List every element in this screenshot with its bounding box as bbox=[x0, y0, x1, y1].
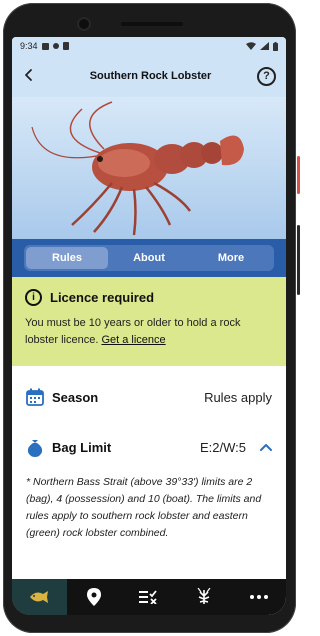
app-header: Southern Rock Lobster ? bbox=[12, 55, 286, 97]
help-circle-icon[interactable]: ? bbox=[257, 66, 276, 86]
nav-location[interactable] bbox=[67, 579, 122, 615]
location-pin-icon bbox=[87, 588, 102, 606]
nav-lobster[interactable] bbox=[176, 579, 231, 615]
bag-limit-detail: * Northern Bass Strait (above 39°33') li… bbox=[26, 476, 262, 539]
tab-about[interactable]: About bbox=[108, 247, 190, 269]
battery-icon bbox=[273, 41, 278, 51]
sd-card-icon bbox=[62, 42, 69, 50]
back-arrow-icon[interactable] bbox=[22, 66, 44, 87]
bag-limit-value: E:2/W:5 bbox=[199, 439, 246, 455]
power-button bbox=[297, 156, 300, 194]
segmented-tabs: Rules About More bbox=[24, 245, 274, 271]
bag-limit-row[interactable]: Bag Limit E:2/W:5 bbox=[12, 422, 286, 472]
volume-button bbox=[297, 225, 300, 295]
season-label: Season bbox=[52, 389, 99, 405]
calendar-icon bbox=[26, 388, 44, 406]
tab-bar: Rules About More bbox=[12, 239, 286, 277]
checklist-icon bbox=[138, 590, 157, 604]
tab-rules[interactable]: Rules bbox=[26, 247, 108, 269]
notification-icon bbox=[52, 43, 59, 49]
get-licence-link[interactable]: Get a licence bbox=[101, 334, 165, 346]
nav-more[interactable] bbox=[231, 579, 286, 615]
bottom-navigation bbox=[12, 579, 286, 615]
app-screen: 9:34 Southern Rock Lobster ? Rules About… bbox=[12, 37, 286, 615]
tab-more[interactable]: More bbox=[190, 247, 272, 269]
nav-checklist[interactable] bbox=[122, 579, 177, 615]
chevron-up-icon[interactable] bbox=[260, 443, 272, 451]
status-bar: 9:34 bbox=[12, 37, 286, 55]
more-dots-icon bbox=[249, 595, 268, 599]
licence-title: Licence required bbox=[50, 290, 155, 305]
nav-fish[interactable] bbox=[12, 579, 67, 615]
season-row[interactable]: Season Rules apply bbox=[12, 372, 286, 422]
bag-icon bbox=[27, 440, 43, 457]
species-image bbox=[12, 97, 286, 239]
earpiece-speaker bbox=[121, 22, 183, 26]
front-camera bbox=[79, 19, 89, 29]
season-value: Rules apply bbox=[204, 389, 272, 405]
status-time: 9:34 bbox=[20, 41, 38, 51]
licence-text: You must be 10 years or older to hold a … bbox=[25, 315, 273, 349]
signal-icon bbox=[260, 42, 269, 50]
fish-icon bbox=[30, 591, 49, 603]
bag-limit-label: Bag Limit bbox=[52, 439, 112, 455]
notification-icon bbox=[41, 42, 49, 50]
lobster-icon bbox=[197, 588, 211, 604]
wifi-icon bbox=[246, 42, 256, 50]
licence-banner: i Licence required You must be 10 years … bbox=[12, 277, 286, 366]
page-title: Southern Rock Lobster bbox=[89, 70, 212, 82]
info-icon: i bbox=[25, 289, 42, 306]
lobster-illustration bbox=[31, 101, 244, 236]
